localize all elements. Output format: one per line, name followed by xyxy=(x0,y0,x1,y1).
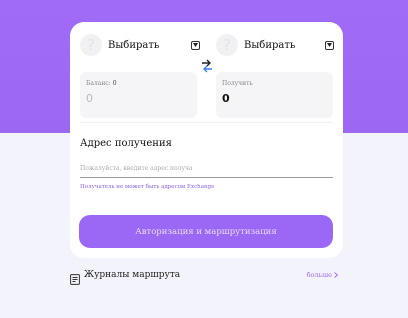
chevron-down-icon[interactable] xyxy=(191,40,200,50)
to-token-logo: ? xyxy=(216,34,238,56)
to-amount-value: 0 xyxy=(222,92,230,105)
from-token-selector[interactable]: ? Выбирать xyxy=(80,34,200,56)
from-amount-value[interactable]: 0 xyxy=(86,92,93,105)
more-link[interactable]: больше xyxy=(307,271,338,279)
recipient-address-note: Получатель не может быть адресом Exchang… xyxy=(80,184,215,190)
chevron-down-icon[interactable] xyxy=(325,40,334,50)
from-token-logo: ? xyxy=(80,34,102,56)
route-history-title: Журналы маршрута xyxy=(84,270,181,280)
chevron-right-icon xyxy=(334,272,338,278)
bridge-card: ? Выбирать ? Выбирать Баланс: 0 0 Получи… xyxy=(70,22,343,258)
from-token-select-label: Выбирать xyxy=(108,39,160,51)
receive-label: Получить xyxy=(222,80,253,87)
to-token-select-label: Выбирать xyxy=(244,39,296,51)
journal-icon xyxy=(70,270,80,285)
divider xyxy=(80,122,333,123)
recipient-address-input[interactable] xyxy=(80,160,333,178)
swap-arrows-icon[interactable] xyxy=(201,58,213,73)
from-amount-box[interactable]: Баланс: 0 0 xyxy=(80,72,197,118)
more-link-label: больше xyxy=(306,271,332,279)
to-amount-box: Получить 0 xyxy=(216,72,333,118)
balance-value: 0 xyxy=(112,80,117,87)
to-token-selector[interactable]: ? Выбирать xyxy=(216,34,334,56)
route-history-row: Журналы маршрута больше xyxy=(70,268,338,285)
recipient-address-title: Адрес получения xyxy=(80,138,172,149)
balance-label: Баланс: 0 xyxy=(86,80,117,87)
authorize-route-button[interactable]: Авторизация и маршрутизация xyxy=(79,215,333,248)
